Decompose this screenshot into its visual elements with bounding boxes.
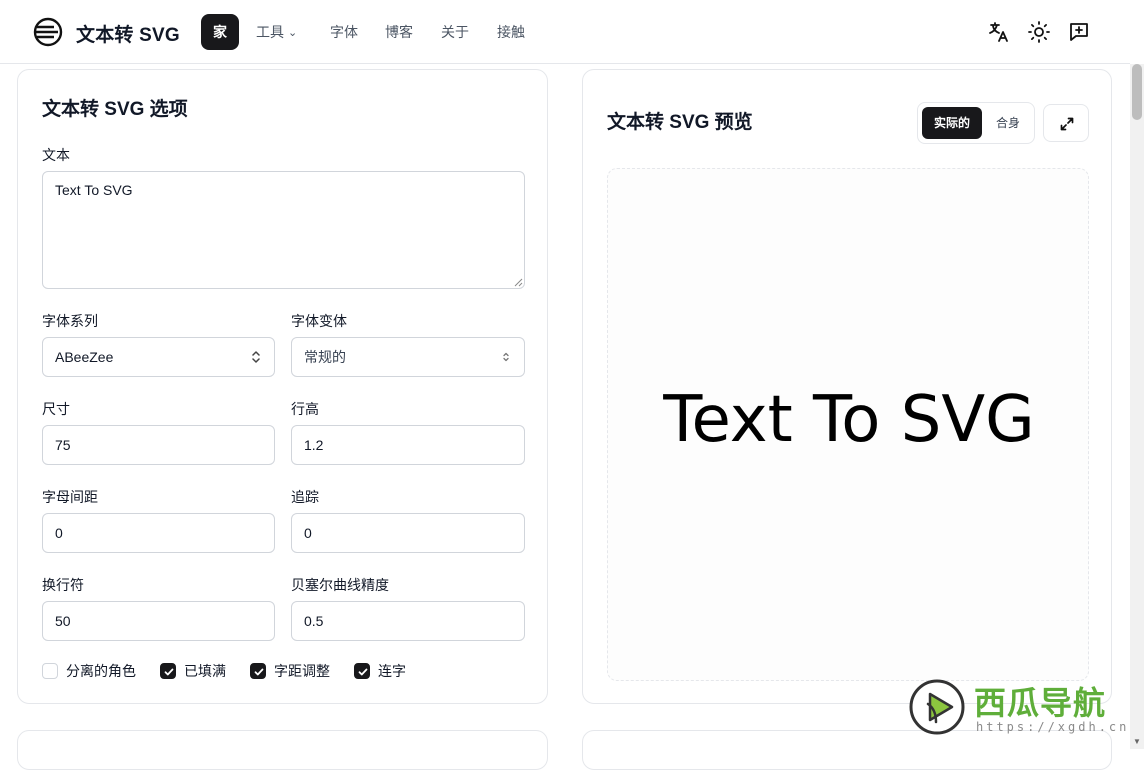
nav-tools-label: 工具	[256, 24, 284, 40]
chevron-down-icon: ⌄	[288, 27, 298, 39]
options-card: 文本转 SVG 选项 文本 Text To SVG 字体系列 字体变体 ABee…	[17, 69, 548, 704]
text-label: 文本	[42, 147, 70, 163]
text-input[interactable]: Text To SVG	[42, 171, 525, 289]
toggle-fit[interactable]: 合身	[984, 107, 1032, 139]
letter-spacing-input[interactable]: 0	[42, 513, 275, 553]
scrollbar-thumb[interactable]	[1132, 64, 1142, 120]
sun-icon[interactable]	[1027, 20, 1051, 44]
preview-title: 文本转 SVG 预览	[607, 112, 753, 133]
options-title: 文本转 SVG 选项	[42, 99, 188, 120]
checkmark-icon	[164, 668, 174, 676]
rendered-svg-text: Text To SVG	[663, 383, 1035, 457]
nav-blog[interactable]: 博客	[385, 14, 413, 50]
separate-characters-label[interactable]: 分离的角色	[66, 661, 136, 681]
fullscreen-button[interactable]	[1043, 104, 1089, 142]
checkmark-icon	[358, 668, 368, 676]
line-height-label: 行高	[291, 401, 319, 417]
separate-characters-checkbox[interactable]	[42, 663, 58, 679]
nav-fonts[interactable]: 字体	[330, 14, 358, 50]
kerning-checkbox[interactable]	[250, 663, 266, 679]
watermark-logo	[908, 678, 966, 736]
watermark-url: https://xgdh.cn	[976, 720, 1130, 734]
tracking-label: 追踪	[291, 489, 319, 505]
bezier-accuracy-label: 贝塞尔曲线精度	[291, 577, 389, 593]
watermark-name: 西瓜导航	[974, 685, 1107, 721]
line-height-input[interactable]: 1.2	[291, 425, 525, 465]
nav-home[interactable]: 家	[201, 14, 239, 50]
nav-contact[interactable]: 接触	[497, 14, 525, 50]
font-variant-label: 字体变体	[291, 313, 347, 329]
chevron-up-down-icon	[252, 351, 260, 363]
size-label: 尺寸	[42, 401, 70, 417]
preview-size-toggle: 实际的 合身	[917, 102, 1035, 144]
line-break-input[interactable]: 50	[42, 601, 275, 641]
nav-tools[interactable]: 工具 ⌄	[256, 14, 297, 50]
brand-name[interactable]: 文本转 SVG	[76, 20, 180, 47]
nav-about[interactable]: 关于	[441, 14, 469, 50]
top-nav-bar: 文本转 SVG 家 工具 ⌄ 字体 博客 关于 接触	[0, 0, 1130, 64]
toggle-actual-size[interactable]: 实际的	[922, 107, 982, 139]
line-break-label: 换行符	[42, 577, 84, 593]
scroll-down-icon[interactable]: ▼	[1133, 737, 1141, 746]
checkmark-icon	[254, 668, 264, 676]
size-input[interactable]: 75	[42, 425, 275, 465]
letter-spacing-label: 字母间距	[42, 489, 98, 505]
next-section-card	[582, 730, 1112, 770]
translate-icon[interactable]	[987, 20, 1011, 44]
resize-grip-icon[interactable]	[514, 278, 523, 287]
page-scrollbar[interactable]	[1130, 64, 1144, 749]
expand-icon	[1060, 117, 1074, 131]
next-section-card	[17, 730, 548, 770]
filled-label[interactable]: 已填满	[184, 661, 226, 681]
kerning-label[interactable]: 字距调整	[274, 661, 330, 681]
svg-preview-area: Text To SVG	[607, 168, 1089, 681]
font-family-value: ABeeZee	[55, 349, 114, 365]
font-family-select[interactable]: ABeeZee	[42, 337, 275, 377]
font-family-label: 字体系列	[42, 313, 98, 329]
tracking-input[interactable]: 0	[291, 513, 525, 553]
ligatures-checkbox[interactable]	[354, 663, 370, 679]
ligatures-label[interactable]: 连字	[378, 661, 406, 681]
bezier-accuracy-input[interactable]: 0.5	[291, 601, 525, 641]
font-variant-select[interactable]: 常规的	[291, 337, 525, 377]
logo-icon[interactable]	[32, 16, 64, 48]
filled-checkbox[interactable]	[160, 663, 176, 679]
chevron-up-down-icon	[503, 352, 509, 362]
font-variant-value: 常规的	[304, 349, 346, 365]
preview-card: 文本转 SVG 预览 实际的 合身 Text To SVG	[582, 69, 1112, 704]
feedback-icon[interactable]	[1067, 20, 1091, 44]
